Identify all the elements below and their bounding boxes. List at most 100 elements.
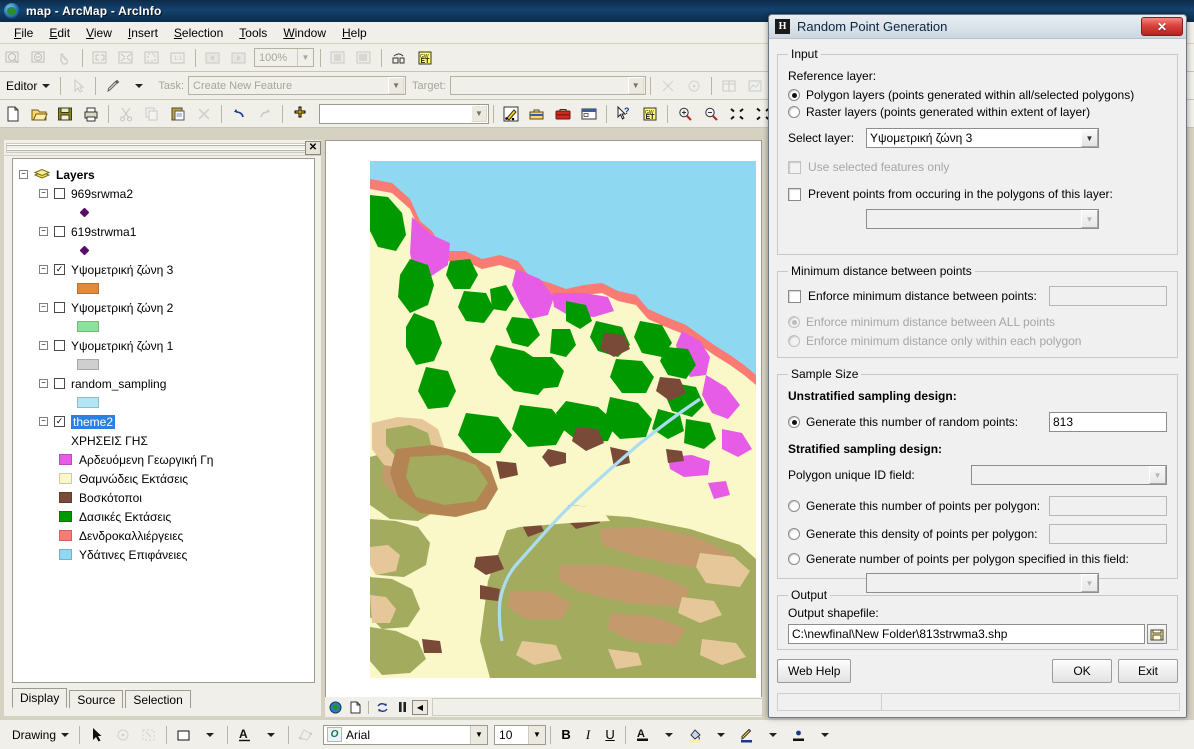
menu-item-file[interactable]: File — [6, 24, 41, 42]
toc-drag-grip[interactable] — [6, 142, 305, 153]
drawing-menu-button[interactable]: Drawing — [6, 726, 75, 744]
tree-layer-ypsometriki-zoni-2[interactable]: − Υψομετρική ζώνη 2 — [19, 298, 314, 317]
menu-item-edit[interactable]: Edit — [41, 24, 78, 42]
go-back-extent-icon[interactable] — [201, 47, 225, 69]
zoom-whole-page-icon[interactable] — [140, 47, 164, 69]
folder-icon[interactable] — [1147, 624, 1167, 644]
layer-visibility-checkbox[interactable]: ✓ — [54, 264, 65, 275]
rotate-tool-icon[interactable] — [682, 75, 706, 97]
fixed-zoom-in-map-icon[interactable] — [725, 103, 749, 125]
sketch-tool-pencil-icon[interactable] — [101, 75, 125, 97]
collapse-toggle-icon[interactable]: − — [39, 189, 48, 198]
open-document-icon[interactable] — [27, 103, 51, 125]
ok-button[interactable]: OK — [1052, 659, 1112, 683]
layer-visibility-checkbox[interactable] — [54, 226, 65, 237]
zoom-100-percent-icon[interactable]: 1:1 — [166, 47, 190, 69]
font-family-combo[interactable]: O Arial ▼ — [323, 724, 489, 745]
change-layout-icon[interactable] — [387, 47, 411, 69]
points-per-polygon-input[interactable] — [1049, 496, 1167, 516]
command-line-window-icon[interactable] — [577, 103, 601, 125]
focus-data-frame-icon[interactable] — [352, 47, 376, 69]
web-help-button[interactable]: Web Help — [777, 659, 852, 683]
editor-extension-icon[interactable] — [499, 103, 523, 125]
use-selected-features-checkbox[interactable]: Use selected features only — [788, 160, 1167, 174]
print-icon[interactable] — [79, 103, 103, 125]
tree-layer-969srwma2[interactable]: − 969srwma2 — [19, 184, 314, 203]
edit-vertices-icon[interactable] — [294, 724, 318, 746]
fixed-zoom-in-icon[interactable] — [88, 47, 112, 69]
font-size-combo[interactable]: 10 ▼ — [494, 724, 547, 745]
editor-task-combo[interactable]: Create New Feature ▼ — [188, 76, 407, 95]
cut-icon[interactable] — [114, 103, 138, 125]
collapse-toggle-icon[interactable]: − — [39, 227, 48, 236]
radio-enforce-all-points[interactable]: Enforce minimum distance between ALL poi… — [788, 315, 1167, 329]
menu-item-window[interactable]: Window — [275, 24, 334, 42]
italic-button[interactable]: I — [577, 724, 599, 746]
radio-raster-layers[interactable]: Raster layers (points generated within e… — [788, 105, 1167, 119]
toolbox-red-icon[interactable] — [551, 103, 575, 125]
sketch-properties-icon[interactable] — [743, 75, 767, 97]
data-view-globe-icon[interactable] — [327, 699, 343, 715]
tree-layer-ypsometriki-zoni-1[interactable]: − Υψομετρική ζώνη 1 — [19, 336, 314, 355]
text-dropdown-icon[interactable] — [259, 724, 283, 746]
editor-target-combo[interactable]: ▼ — [449, 76, 646, 95]
select-graphics-icon[interactable] — [137, 724, 161, 746]
random-points-count-input[interactable]: 813 — [1049, 412, 1167, 432]
attributes-table-icon[interactable] — [717, 75, 741, 97]
menu-item-help[interactable]: Help — [334, 24, 375, 42]
min-distance-input[interactable] — [1049, 286, 1167, 306]
output-shapefile-input[interactable]: C:\newfinal\New Folder\813strwma3.shp — [788, 624, 1145, 644]
toolbox-icon[interactable] — [525, 103, 549, 125]
redo-icon[interactable] — [253, 103, 277, 125]
map-canvas[interactable] — [370, 161, 756, 678]
collapse-toggle-icon[interactable]: − — [39, 265, 48, 274]
layout-zoom-combo[interactable]: 100% ▼ — [254, 48, 314, 67]
pan-layout-icon[interactable] — [53, 47, 77, 69]
menu-item-selection[interactable]: Selection — [166, 24, 231, 42]
tree-layer-random-sampling[interactable]: − random_sampling — [19, 374, 314, 393]
collapse-toggle-icon[interactable]: − — [39, 379, 48, 388]
radio-unstratified-count[interactable]: Generate this number of random points: — [788, 415, 1049, 429]
select-layer-combo[interactable]: Υψομετρική ζώνη 3 ▼ — [866, 128, 1099, 148]
toc-close-button[interactable]: ✕ — [305, 140, 321, 155]
identify-help-icon[interactable]: ? — [612, 103, 636, 125]
zoom-in-map-icon[interactable] — [673, 103, 697, 125]
line-color-dropdown-icon[interactable] — [761, 724, 785, 746]
toggle-draft-mode-icon[interactable] — [326, 47, 350, 69]
tree-layer-ypsometriki-zoni-3[interactable]: − ✓ Υψομετρική ζώνη 3 — [19, 260, 314, 279]
toc-tree-container[interactable]: − Layers − 969srwma2 − 619strwma1 − ✓ Υψ… — [12, 158, 315, 683]
enforce-min-distance-checkbox[interactable]: Enforce minimum distance between points: — [788, 289, 1049, 303]
tree-layer-619strwma1[interactable]: − 619strwma1 — [19, 222, 314, 241]
zoom-out-map-icon[interactable] — [699, 103, 723, 125]
scroll-left-button[interactable]: ◀ — [412, 699, 428, 715]
layer-visibility-checkbox[interactable] — [54, 340, 65, 351]
select-elements-arrow-icon[interactable] — [85, 724, 109, 746]
copy-icon[interactable] — [140, 103, 164, 125]
layer-visibility-checkbox[interactable] — [54, 378, 65, 389]
zoom-in-layout-icon[interactable] — [1, 47, 25, 69]
split-tool-icon[interactable] — [656, 75, 680, 97]
tree-root-layers[interactable]: − Layers — [19, 165, 314, 184]
edit-tool-arrow-icon[interactable] — [66, 75, 90, 97]
collapse-toggle-icon[interactable]: − — [19, 170, 28, 179]
menu-item-view[interactable]: View — [78, 24, 120, 42]
line-color-icon[interactable] — [735, 724, 759, 746]
prevent-points-checkbox[interactable]: Prevent points from occuring in the poly… — [788, 187, 1167, 201]
radio-polygon-layers[interactable]: Polygon layers (points generated within … — [788, 88, 1167, 102]
menu-item-insert[interactable]: Insert — [120, 24, 166, 42]
tree-layer-theme2[interactable]: − ✓ theme2 — [19, 412, 314, 431]
tab-source[interactable]: Source — [69, 690, 124, 708]
go-forward-extent-icon[interactable] — [227, 47, 251, 69]
prevent-layer-combo[interactable]: ▼ — [866, 209, 1099, 229]
font-color-dropdown-icon[interactable] — [657, 724, 681, 746]
random-point-generation-dialog[interactable]: H Random Point Generation ✕ Input Refere… — [768, 14, 1187, 718]
sketch-tool-dropdown-icon[interactable] — [127, 75, 151, 97]
polygon-id-field-combo[interactable]: ▼ — [971, 465, 1167, 485]
layer-visibility-checkbox[interactable] — [54, 188, 65, 199]
collapse-toggle-icon[interactable]: − — [39, 303, 48, 312]
exit-button[interactable]: Exit — [1118, 659, 1178, 683]
delete-icon[interactable] — [192, 103, 216, 125]
density-per-polygon-input[interactable] — [1049, 524, 1167, 544]
underline-button[interactable]: U — [599, 724, 621, 746]
et-geowizard-2-icon[interactable]: GW ET — [638, 103, 662, 125]
